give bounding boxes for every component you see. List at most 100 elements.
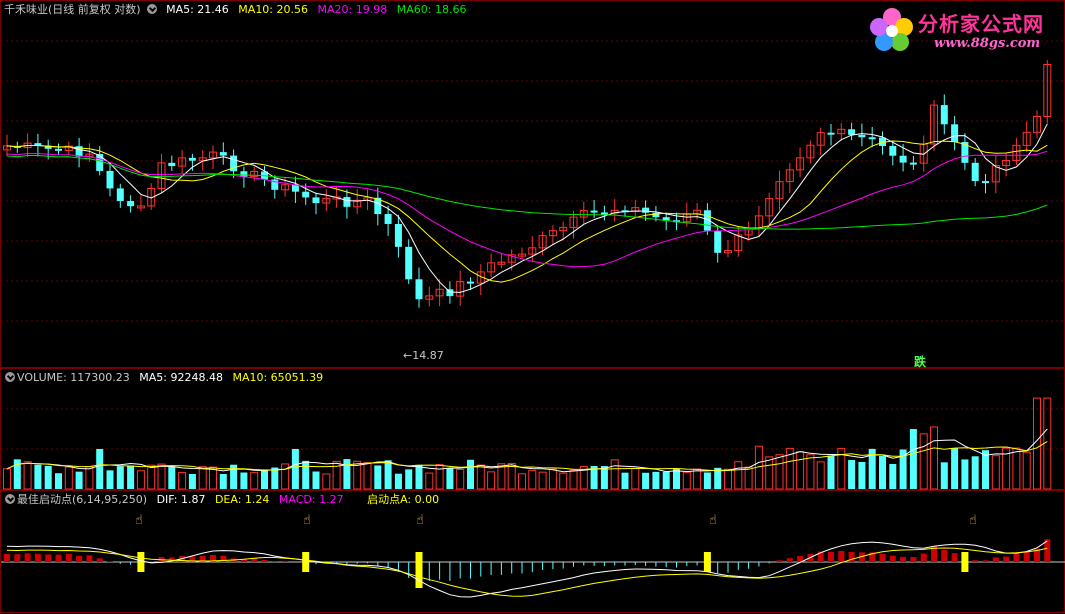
macd-bar: [86, 555, 92, 562]
macd-bar: [787, 558, 793, 562]
volume-bar: [735, 462, 742, 489]
volume-bar: [529, 470, 536, 489]
volume-bar: [725, 469, 732, 489]
volume-bar: [519, 474, 526, 489]
volume-bar: [55, 473, 62, 489]
dea-readout: DEA: 1.24: [215, 493, 269, 506]
candle-body: [714, 231, 721, 253]
volume-bar: [941, 462, 948, 489]
volume-bar: [1023, 452, 1030, 489]
signal-hand-icon: ☝: [303, 513, 311, 528]
ma5-readout: MA5: 21.46: [166, 3, 229, 16]
price-header: 千禾味业(日线 前复权 对数) MA5: 21.46 MA10: 20.56 M…: [1, 1, 472, 19]
volume-bar: [817, 462, 824, 489]
macd-bar: [1003, 557, 1009, 562]
volume-bar: [220, 474, 227, 489]
candle-body: [900, 156, 907, 163]
candle-body: [127, 201, 134, 206]
candle-body: [395, 224, 402, 247]
indicator-header: 最佳启动点(6,14,95,250) DIF: 1.87 DEA: 1.24 M…: [1, 491, 445, 509]
macd-bar: [66, 554, 72, 562]
volume-bar: [879, 456, 886, 489]
volume-bar: [766, 457, 773, 489]
macd-bar: [972, 560, 978, 562]
candle-body: [910, 163, 917, 165]
macd-bar: [1024, 551, 1030, 562]
volume-panel[interactable]: VOLUME: 117300.23 MA5: 92248.48 MA10: 65…: [0, 368, 1065, 490]
volume-bar: [189, 474, 196, 489]
macd-bar: [993, 557, 999, 562]
macd-bar: [880, 554, 886, 562]
volume-bar: [148, 465, 155, 489]
dropdown-icon[interactable]: [5, 494, 15, 504]
volume-bar: [704, 472, 711, 489]
macd-bar: [828, 552, 834, 562]
signal-hand-icon: ☝: [135, 513, 143, 528]
macd-bar: [97, 558, 103, 562]
volume-bar: [457, 470, 464, 489]
volume-bar: [292, 449, 299, 489]
candle-body: [240, 171, 247, 176]
dea-line: [7, 548, 1047, 596]
volume-bar: [405, 469, 412, 489]
volume-bar: [622, 473, 629, 489]
ma60-readout: MA60: 18.66: [397, 3, 467, 16]
candle-body: [343, 197, 350, 207]
ma20-line: [7, 151, 1047, 267]
indicator-panel[interactable]: 最佳启动点(6,14,95,250) DIF: 1.87 DEA: 1.24 M…: [0, 490, 1065, 613]
volume-bar: [168, 467, 175, 489]
volume-bar: [931, 427, 938, 489]
volume-bar: [642, 473, 649, 489]
candle-body: [869, 137, 876, 139]
volume-bar: [828, 456, 835, 489]
candlestick-chart[interactable]: [1, 1, 1065, 369]
macd-bar: [1013, 554, 1019, 562]
volume-bar: [65, 467, 72, 489]
signal-hand-icon: ☝: [969, 513, 977, 528]
volume-bar: [395, 474, 402, 489]
macd-bar: [35, 554, 41, 562]
candle-body: [189, 158, 196, 161]
flower-logo-icon: [866, 5, 918, 55]
candle-body: [467, 282, 474, 284]
macd-readout: MACD: 1.27: [279, 493, 344, 506]
vol-ma10-readout: MA10: 65051.39: [232, 371, 323, 384]
volume-bar: [179, 473, 186, 489]
volume-bar: [86, 467, 93, 489]
volume-bar: [776, 455, 783, 489]
volume-bar: [560, 473, 567, 489]
candle-body: [828, 133, 835, 135]
volume-bar: [694, 469, 701, 489]
volume-bar: [508, 463, 515, 489]
volume-bar: [570, 470, 577, 489]
volume-bar: [34, 465, 41, 489]
volume-bar: [313, 471, 320, 489]
macd-bar: [262, 560, 268, 562]
volume-bar: [807, 455, 814, 489]
candle-body: [889, 146, 896, 156]
price-panel[interactable]: 千禾味业(日线 前复权 对数) MA5: 21.46 MA10: 20.56 M…: [0, 0, 1065, 368]
macd-chart[interactable]: [1, 491, 1065, 614]
volume-bar: [45, 466, 52, 489]
volume-bar: [652, 472, 659, 489]
candle-body: [107, 171, 114, 188]
volume-chart[interactable]: [1, 369, 1065, 491]
dropdown-icon[interactable]: [5, 372, 15, 382]
macd-bar: [952, 553, 958, 562]
volume-bar: [343, 459, 350, 489]
candle-body: [951, 124, 958, 142]
volume-bar: [364, 463, 371, 489]
candle-body: [642, 208, 649, 213]
volume-bar: [611, 460, 618, 489]
macd-bar: [890, 556, 896, 562]
signal-readout: 启动点A: 0.00: [367, 493, 439, 506]
dropdown-icon[interactable]: [147, 4, 157, 14]
volume-bar: [951, 448, 958, 489]
macd-bar: [910, 557, 916, 562]
candle-body: [982, 181, 989, 183]
volume-readout: VOLUME: 117300.23: [17, 371, 130, 384]
volume-bar: [76, 472, 83, 489]
volume-bar: [683, 472, 690, 489]
volume-bar: [210, 467, 217, 489]
candle-body: [168, 163, 175, 166]
